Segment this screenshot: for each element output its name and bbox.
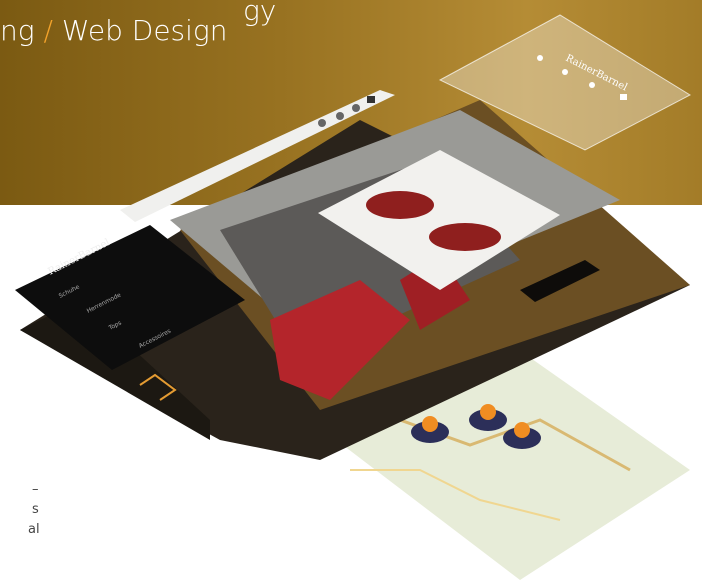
- side-line: s: [32, 502, 39, 517]
- user-icon: [318, 119, 326, 127]
- cart-icon: [367, 96, 375, 103]
- side-text: – s al: [0, 480, 40, 540]
- search-icon: [336, 112, 344, 120]
- side-line: –: [32, 482, 39, 497]
- heart-icon: [352, 104, 360, 112]
- mockup-svg: RainerBarnel Schuhe Herrenmode Tops Acce…: [15, 14, 692, 580]
- layered-mockup: RainerBarnel Schuhe Herrenmode Tops Acce…: [0, 0, 702, 583]
- side-line: al: [28, 522, 40, 537]
